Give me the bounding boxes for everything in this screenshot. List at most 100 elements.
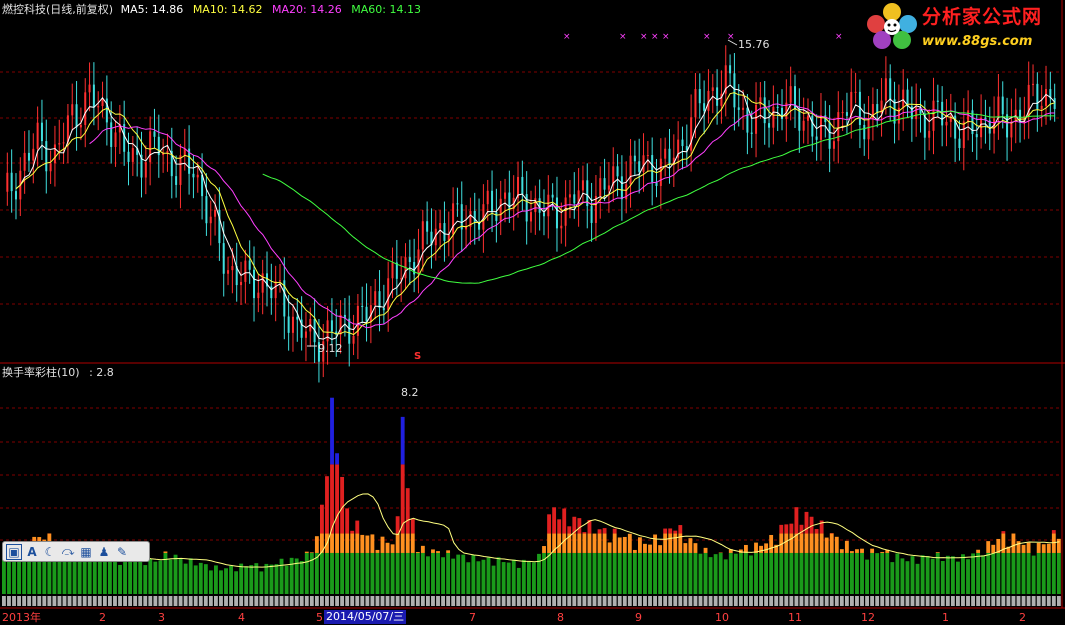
turnover-base-bar — [728, 596, 733, 606]
cross-marker: × — [619, 32, 627, 42]
keyboard-icon[interactable]: ▦ — [78, 544, 94, 560]
turnover-bar-low — [340, 552, 345, 594]
turnover-base-bar — [67, 596, 72, 606]
chart-canvas[interactable]: × × × × × × × × — [0, 0, 1065, 625]
turnover-bar-low — [1011, 552, 1016, 594]
turnover-base-bar — [385, 596, 390, 606]
turnover-bar-low — [627, 552, 632, 594]
candle-body — [742, 107, 745, 110]
candle-body — [729, 65, 732, 74]
turnover-base-bar — [855, 596, 859, 606]
candle-body — [71, 104, 74, 116]
turnover-base-bar — [643, 596, 647, 606]
turnover-bar-mid — [1011, 533, 1016, 553]
candle-body — [737, 107, 740, 110]
turnover-base-bar — [1051, 596, 1056, 606]
turnover-bar-low — [521, 559, 526, 594]
turnover-bar-mid — [627, 533, 632, 553]
turnover-base-bar — [244, 596, 249, 606]
turnover-base-bar — [274, 596, 279, 606]
text-icon[interactable]: A — [24, 544, 40, 560]
turnover-bar-low — [617, 552, 622, 594]
turnover-bar-high — [325, 476, 329, 534]
candle-body — [603, 178, 606, 190]
x-axis-label: 12 — [861, 611, 875, 624]
turnover-base-bar — [224, 596, 228, 606]
candle-body — [1001, 96, 1004, 115]
turnover-base-bar — [744, 596, 748, 606]
turnover-base-bar — [62, 596, 67, 606]
user-icon[interactable]: ♟ — [96, 544, 112, 560]
frame-icon[interactable]: ▣ — [6, 543, 22, 560]
turnover-bar-low — [1046, 552, 1051, 594]
indicator-value: : 2.8 — [89, 366, 114, 379]
moon-icon[interactable]: ☾ — [42, 544, 58, 560]
turnover-base-bar — [829, 596, 834, 606]
turnover-bar-low — [259, 571, 264, 594]
candle-body — [664, 148, 667, 159]
turnover-base-bar — [451, 596, 456, 606]
turnover-base-bar — [466, 596, 471, 606]
turnover-bar-mid — [547, 533, 551, 553]
candle-body — [703, 103, 706, 111]
turnover-bar-mid — [870, 548, 875, 553]
turnover-bar-low — [188, 558, 193, 594]
candle-body — [361, 305, 364, 307]
turnover-bar-low — [355, 552, 360, 594]
turnover-base-bar — [234, 596, 239, 606]
turnover-bar-low — [385, 552, 390, 594]
turnover-bar-low — [279, 558, 284, 594]
turnover-base-bar — [82, 596, 87, 606]
turnover-base-bar — [188, 596, 193, 606]
candle-body — [205, 196, 208, 224]
turnover-bar-low — [92, 558, 97, 594]
turnover-bar-mid — [1041, 544, 1046, 553]
turnover-bar-mid — [935, 552, 940, 553]
turnover-bar-mid — [683, 543, 688, 553]
turnover-bar-low — [526, 561, 531, 594]
turnover-base-bar — [910, 596, 915, 606]
x-axis-label: 8 — [557, 611, 564, 624]
turnover-bar-low — [365, 552, 370, 594]
turnover-base-bar — [420, 596, 425, 606]
candle-body — [889, 78, 892, 100]
candle-body — [832, 141, 835, 149]
turnover-base-bar — [602, 596, 607, 606]
turnover-base-bar — [360, 596, 365, 606]
ma60-line — [262, 110, 1055, 284]
turnover-base-bar — [582, 596, 587, 606]
turnover-base-bar — [219, 596, 223, 606]
turnover-base-bar — [57, 596, 62, 606]
site-logo: 分析家公式网 www.88gs.com — [862, 2, 1062, 54]
turnover-bar-low — [632, 552, 637, 594]
turnover-base-bar — [708, 596, 713, 606]
turnover-bar-high — [814, 529, 819, 534]
x-axis-label: 2 — [99, 611, 106, 624]
candle-body — [114, 132, 117, 147]
turnover-base-bar — [526, 596, 531, 606]
turnover-base-bar — [688, 596, 693, 606]
turnover-bar-low — [173, 554, 178, 594]
turnover-base-bar — [632, 596, 637, 606]
turnover-base-bar — [17, 596, 21, 606]
turnover-bar-mid — [370, 534, 375, 553]
candle-body — [92, 84, 95, 108]
turnover-base-bar — [320, 596, 324, 606]
turnover-base-bar — [426, 596, 430, 606]
candle-body — [789, 86, 792, 103]
candle-body — [573, 194, 576, 204]
turnover-base-bar — [208, 596, 213, 606]
turnover-base-bar — [713, 596, 718, 606]
candle-body — [374, 291, 377, 306]
turnover-base-bar — [996, 596, 1001, 606]
candle-body — [659, 158, 662, 186]
turnover-bar-low — [420, 552, 425, 594]
turnover-bar-low — [956, 561, 960, 594]
turnover-base-bar — [814, 596, 819, 606]
turnover-base-bar — [890, 596, 895, 606]
wrench-icon[interactable]: ✎ — [114, 544, 130, 560]
turnover-base-bar — [1026, 596, 1031, 606]
arrow-icon[interactable]: ⤼ — [60, 544, 76, 560]
candle-body — [460, 204, 463, 230]
turnover-bar-low — [824, 552, 829, 594]
